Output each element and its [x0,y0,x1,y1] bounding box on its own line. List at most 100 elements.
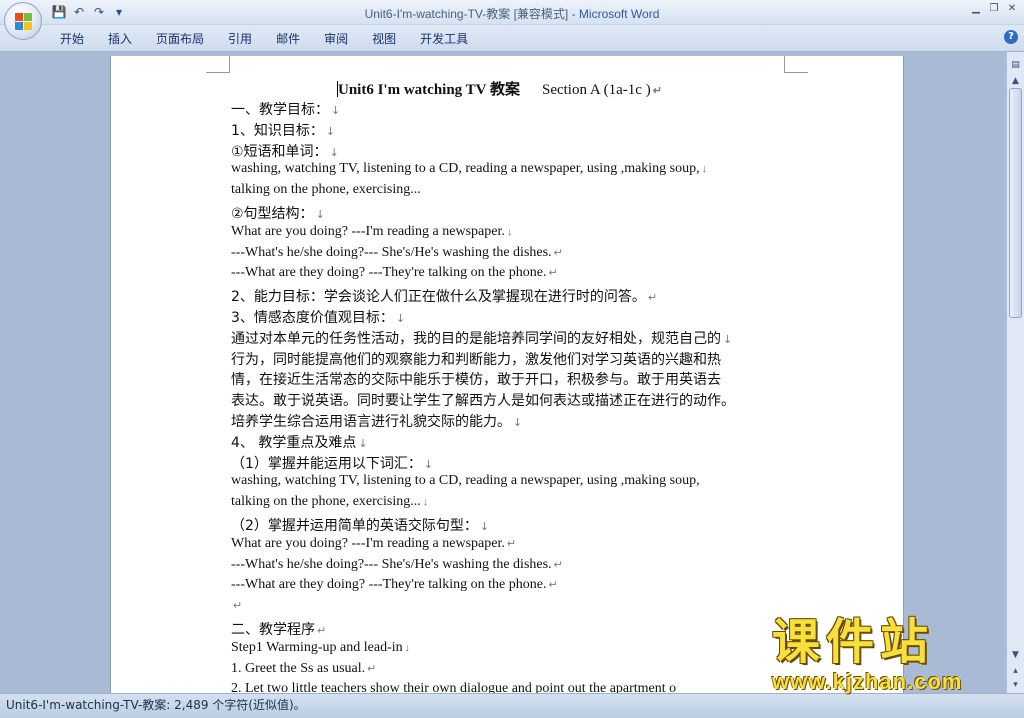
line-text: What are you doing? ---I'm reading a new… [231,536,505,551]
document-line: ---What's he/she doing?--- She's/He's wa… [231,557,563,573]
paragraph-mark: ↓ [423,458,434,471]
paragraph-mark: ↵ [367,663,377,675]
watermark-title: 课件站 [772,614,935,670]
line-text: （2）掌握并运用简单的英语交际句型： [231,518,478,534]
watermark-url: www.kjzhan.com [772,669,963,694]
paragraph-mark: ↓ [315,208,325,221]
document-area: Unit6 I'm watching TV 教案 Section A (1a-1c… [0,52,1006,693]
paragraph-mark: ↓ [329,146,339,159]
document-line: 二、教学程序 ↵ [231,619,326,639]
document-page[interactable]: Unit6 I'm watching TV 教案 Section A (1a-1c… [110,56,904,693]
line-text: 2、能力目标：学会谈论人们正在做什么及掌握现在进行时的问答。 [231,289,646,305]
document-line: 2. Let two little teachers show their ow… [231,681,678,693]
tab-insert[interactable]: 插入 [96,30,144,48]
line-text: 4、 教学重点及难点 [231,435,357,451]
tab-view[interactable]: 视图 [360,30,408,48]
app-name: Microsoft Word [578,7,660,21]
document-line: 4、 教学重点及难点 ↓ [231,432,368,452]
document-line: ①短语和单词： ↓ [231,141,339,161]
document-line: （2）掌握并运用简单的英语交际句型： ↓ [231,515,489,535]
document-line: What are you doing? ---I'm reading a new… [231,224,512,240]
title-bar: 💾 ↶ ↷ ▾ Unit6-I'm-watching-TV-教案 [兼容模式] … [0,0,1024,25]
minimize-button[interactable]: ▁ [968,2,984,16]
line-text: ---What are they doing? ---They're talki… [231,577,547,592]
document-line: washing, watching TV, listening to a CD,… [231,473,702,489]
paragraph-mark: ↓ [513,416,523,429]
paragraph-mark: ↓ [331,104,341,117]
document-line: 2、能力目标：学会谈论人们正在做什么及掌握现在进行时的问答。 ↵ [231,286,657,306]
paragraph-mark: ↓ [723,333,733,346]
paragraph-mark: ↵ [548,267,558,279]
heading-main: Unit6 I'm watching TV 教案 [338,82,520,98]
tab-page-layout[interactable]: 页面布局 [144,30,216,48]
line-text: 1、知识目标： [231,123,324,139]
line-text: 通过对本单元的任务性活动，我的目的是能培养同学间的友好相处，规范自己的 [231,331,721,347]
crop-mark-right [784,56,808,73]
paragraph-mark: ↵ [317,624,327,637]
document-line: 3、情感态度价值观目标： ↓ [231,307,405,327]
document-line: ②句型结构： ↓ [231,203,325,223]
tab-references[interactable]: 引用 [216,30,264,48]
scroll-up-icon[interactable]: ▲ [1008,74,1023,88]
document-line: 情，在接近生活常态的交际中能乐于模仿，敢于开口，积极参与。敢于用英语去 [231,369,723,389]
line-text: What are you doing? ---I'm reading a new… [231,224,505,239]
line-text: washing, watching TV, listening to a CD,… [231,161,700,176]
document-line: 1、知识目标： ↓ [231,120,335,140]
ruler-toggle-icon[interactable]: ▤ [1008,58,1023,72]
document-line: ---What's he/she doing?--- She's/He's wa… [231,245,563,261]
document-line: 1. Greet the Ss as usual. ↵ [231,661,376,677]
document-line: washing, watching TV, listening to a CD,… [231,161,707,177]
line-text: 二、教学程序 [231,622,315,638]
scroll-thumb[interactable] [1009,88,1022,318]
paragraph-mark: ↓ [506,226,513,238]
office-logo-icon [15,13,32,30]
tab-developer[interactable]: 开发工具 [408,30,480,48]
paragraph-mark: ↵ [548,579,558,591]
restore-button[interactable]: ❐ [986,2,1002,16]
line-text: ②句型结构： [231,206,314,222]
heading-section: Section A (1a-1c ) [541,82,651,98]
paragraph-mark: ↓ [701,163,708,175]
paragraph-mark: ↵ [506,538,517,550]
line-text: washing, watching TV, listening to a CD,… [231,473,700,488]
paragraph-mark: ↓ [422,496,429,508]
paragraph-mark: ↓ [404,642,411,654]
document-line: 表达。敢于说英语。同时要让学生了解西方人是如何表达或描述正在进行的动作。 [231,390,737,410]
document-line: ---What are they doing? ---They're talki… [231,577,558,593]
document-line: ↵ [231,598,242,614]
line-text: ---What's he/she doing?--- She's/He's wa… [231,557,552,572]
document-line: Step1 Warming-up and lead-in ↓ [231,640,410,656]
close-button[interactable]: ✕ [1004,2,1020,16]
help-icon[interactable]: ? [1004,30,1018,44]
line-text: 1. Greet the Ss as usual. [231,661,366,676]
tab-mailings[interactable]: 邮件 [264,30,312,48]
office-button[interactable] [4,2,42,40]
line-text: （1）掌握并能运用以下词汇： [231,456,422,472]
window-controls: ▁ ❐ ✕ [968,2,1020,16]
line-text: 2. Let two little teachers show their ow… [231,681,677,693]
document-line: （1）掌握并能运用以下词汇： ↓ [231,453,433,473]
tab-home[interactable]: 开始 [48,30,96,48]
paragraph-mark: ↓ [358,437,368,450]
document-line: talking on the phone, exercising... ↓ [231,494,428,510]
line-text: 行为，同时能提高他们的观察能力和判断能力，激发他们对学习英语的兴趣和热 [231,352,721,368]
line-text: 表达。敢于说英语。同时要让学生了解西方人是如何表达或描述正在进行的动作。 [231,393,735,409]
line-text: talking on the phone, exercising... [231,494,421,509]
document-line: talking on the phone, exercising... [231,182,423,198]
document-heading: Unit6 I'm watching TV 教案 Section A (1a-1c… [337,81,662,98]
document-line: 一、教学目标： ↓ [231,99,340,119]
line-text: 情，在接近生活常态的交际中能乐于模仿，敢于开口，积极参与。敢于用英语去 [231,372,721,388]
document-name: Unit6-I'm-watching-TV-教案 [兼容模式] - [364,7,579,21]
line-text: ---What's he/she doing?--- She's/He's wa… [231,245,552,260]
status-bar: Unit6-I'm-watching-TV-教案: 2,489 个字符(近似值)… [0,693,1024,718]
line-text: Step1 Warming-up and lead-in [231,640,403,655]
document-line: What are you doing? ---I'm reading a new… [231,536,516,552]
crop-mark-left [206,56,230,73]
vertical-scrollbar[interactable]: ▤ ▲ ▼ ▴ ▾ [1006,52,1024,693]
paragraph-mark: ↵ [647,291,658,304]
tab-review[interactable]: 审阅 [312,30,360,48]
ribbon-tab-bar: 开始 插入 页面布局 引用 邮件 审阅 视图 开发工具 ? [0,25,1024,52]
paragraph-mark: ↵ [553,559,563,571]
line-text: 培养学生综合运用语言进行礼貌交际的能力。 [231,414,511,430]
line-text: 一、教学目标： [231,102,329,118]
